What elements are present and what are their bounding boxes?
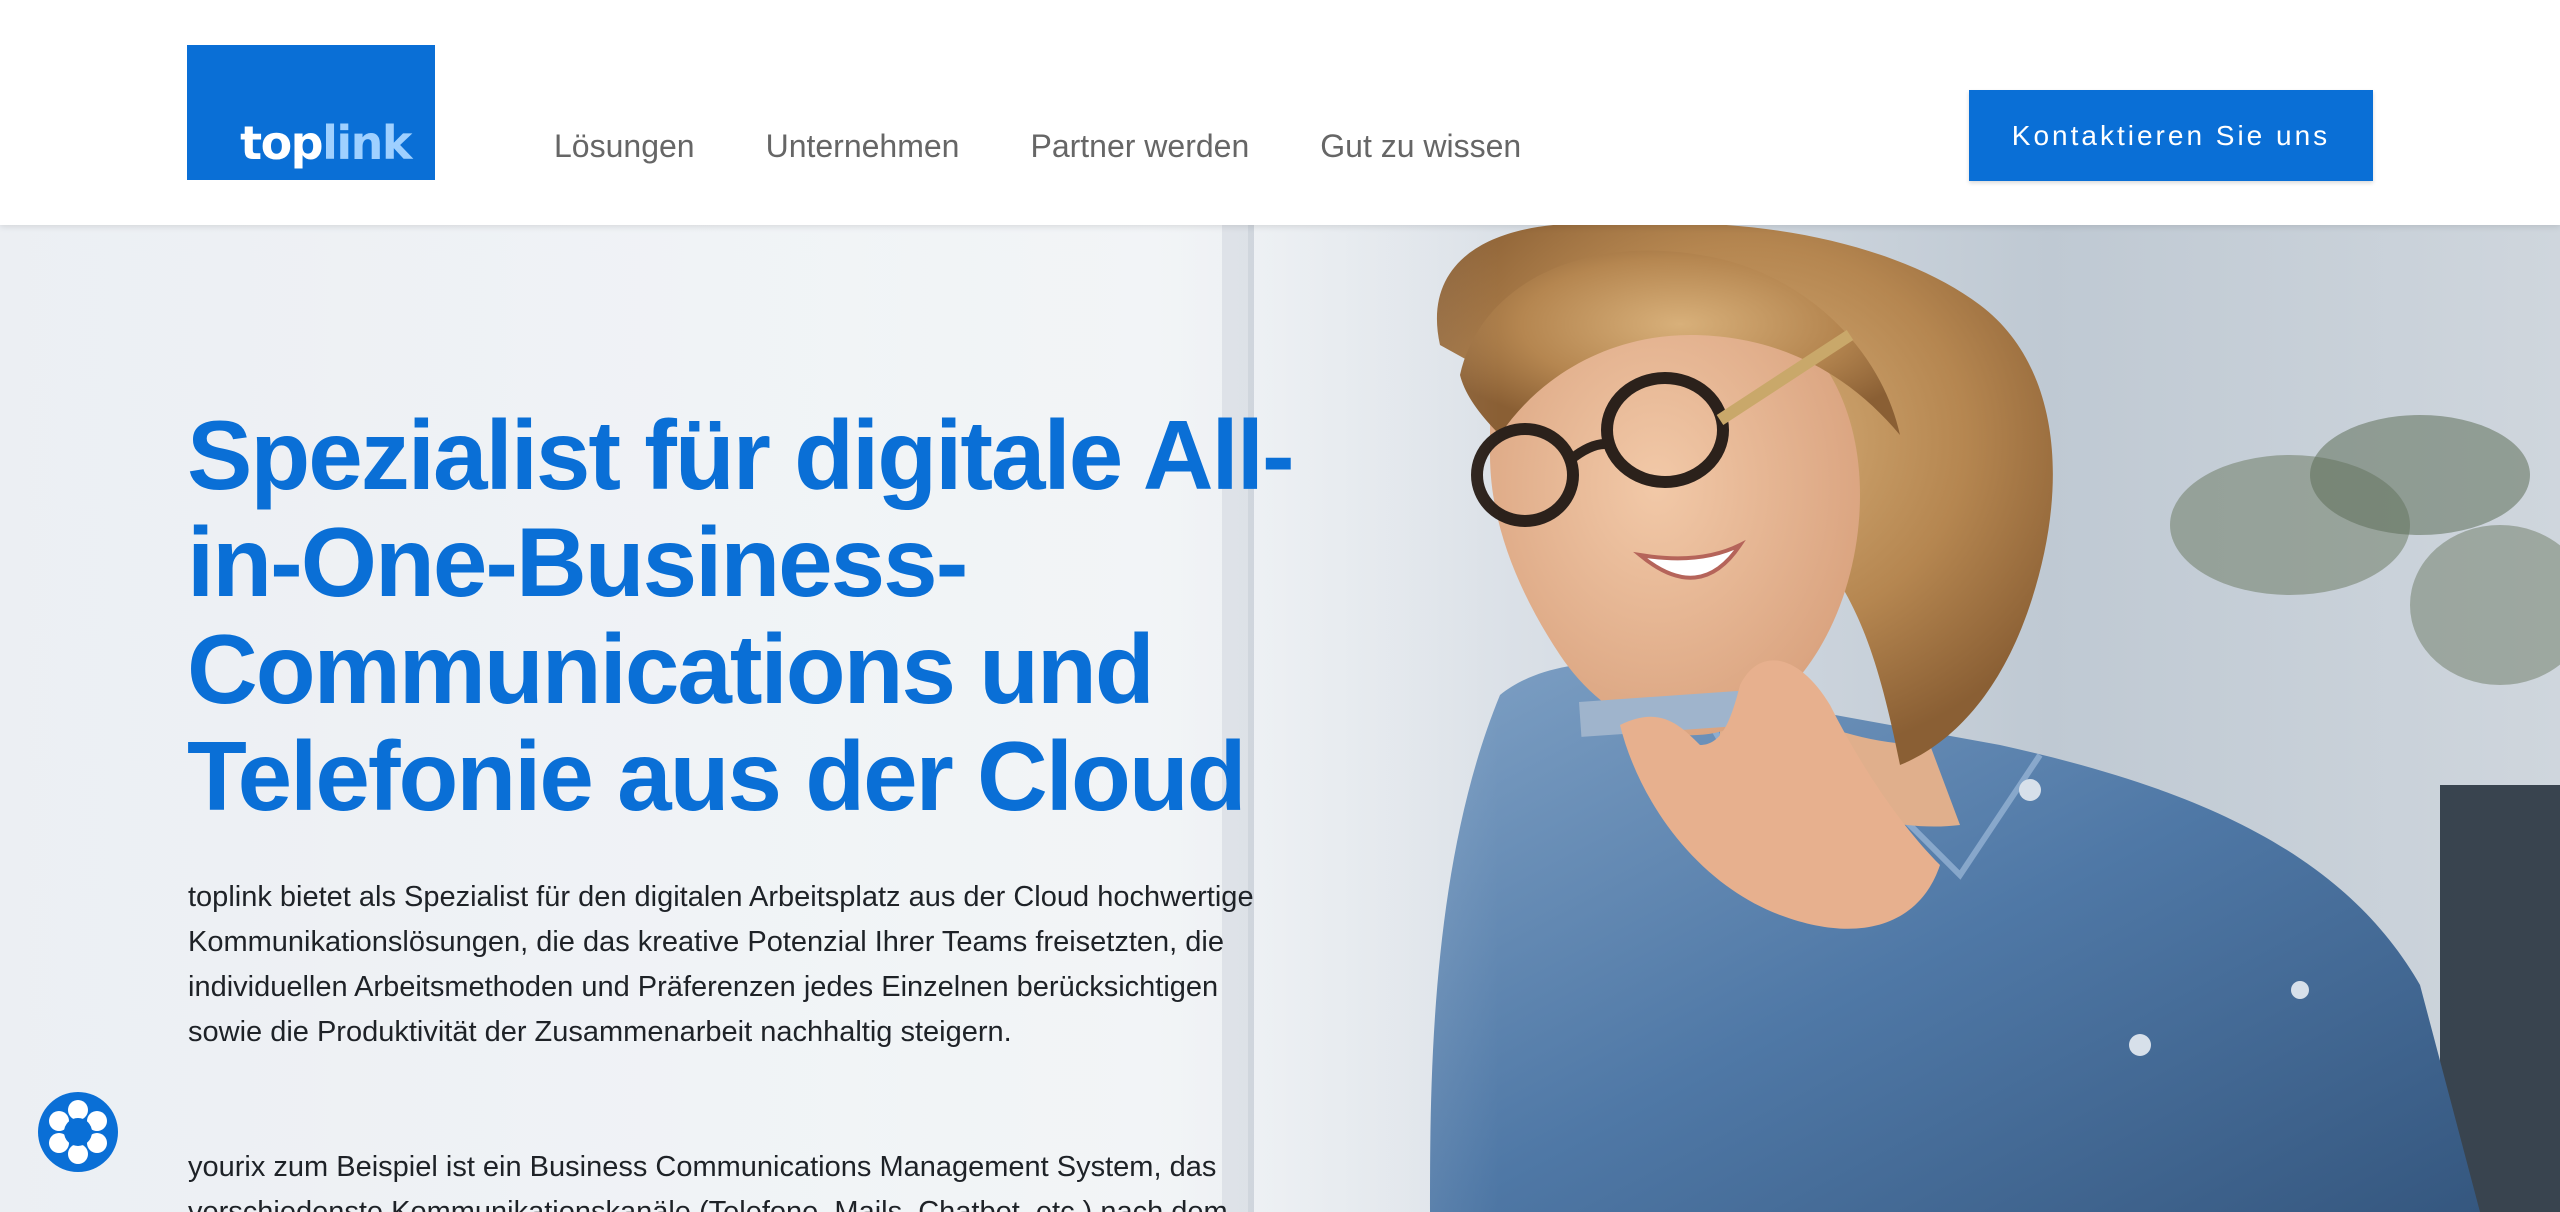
page: toplink Lösungen Unternehmen Partner wer… bbox=[0, 0, 2560, 1212]
nav-item-partner-werden[interactable]: Partner werden bbox=[1030, 130, 1249, 162]
nav-item-unternehmen[interactable]: Unternehmen bbox=[766, 130, 960, 162]
toplink-logo[interactable]: toplink bbox=[187, 45, 435, 180]
nav-item-gut-zu-wissen[interactable]: Gut zu wissen bbox=[1320, 130, 1521, 162]
hero-paragraph-2: yourix zum Beispiel ist ein Business Com… bbox=[188, 1151, 1228, 1212]
nav-item-loesungen[interactable]: Lösungen bbox=[554, 130, 695, 162]
hero-section: Spezialist für digitale All-in-One-Busin… bbox=[0, 225, 2560, 1212]
site-header: toplink Lösungen Unternehmen Partner wer… bbox=[0, 0, 2560, 225]
hero-paragraph-1: toplink bietet als Spezialist für den di… bbox=[188, 881, 1254, 1048]
hero-title: Spezialist für digitale All-in-One-Busin… bbox=[187, 400, 1295, 831]
cookie-settings-button[interactable] bbox=[36, 1090, 120, 1174]
cookie-settings-icon bbox=[38, 1092, 118, 1172]
contact-button[interactable]: Kontaktieren Sie uns bbox=[1969, 90, 2373, 181]
main-navigation: Lösungen Unternehmen Partner werden Gut … bbox=[554, 130, 1521, 162]
logo-wordmark: toplink bbox=[240, 116, 412, 170]
